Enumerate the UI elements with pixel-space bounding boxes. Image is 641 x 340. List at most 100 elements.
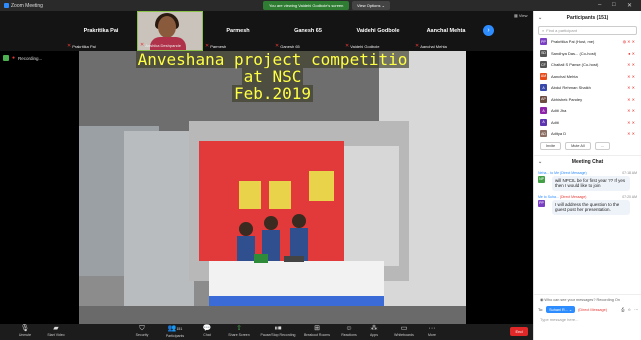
breakout-rooms-button[interactable]: ⊞ Breakout Rooms [300, 324, 334, 340]
breakout-icon: ⊞ [314, 325, 320, 332]
chat-button[interactable]: 💬 Chat [196, 324, 218, 340]
participant-row[interactable]: AP Abhishek Pandey ✕ ✕ [534, 94, 641, 106]
chat-message: Me to Suha... (Direct Message) 07:20 AM P… [534, 193, 641, 217]
whiteboard-icon: ▭ [400, 325, 408, 332]
muted-mic-icon: ✕ [415, 43, 420, 49]
participants-button[interactable]: 👥151 Participants [160, 324, 190, 340]
slide-title-line: Anveshana project competitio [135, 51, 410, 69]
muted-mic-icon: ✕ ✕ [627, 62, 635, 68]
reactions-icon: ☺ [345, 325, 353, 332]
title-bar: Zoom Meeting You are viewing Vaidehi God… [0, 0, 641, 11]
muted-mic-icon: ✕ ✕ [627, 108, 635, 114]
apps-icon: ⁂ [370, 325, 378, 332]
participant-row[interactable]: AM Aanchal Mehta ✕ ✕ [534, 71, 641, 83]
video-tile[interactable]: Aanchal Mehta ✕ Aanchal Mehta [413, 11, 479, 51]
side-panel: ⌄ Participants (151) ⌕ Find a participant… [533, 11, 641, 340]
more-options-button[interactable]: ... [594, 141, 610, 150]
video-tile[interactable]: Prakritika Pai ✕ Prakritika Pai [65, 11, 137, 51]
record-icon: ⏸⏹ [274, 325, 282, 332]
security-button[interactable]: ⛉ Security [130, 324, 154, 340]
video-strip: Prakritika Pai ✕ Prakritika Pai ✕ Anshika … [0, 11, 533, 51]
slide-title-line: Feb.2019 [231, 84, 314, 103]
search-icon: ⌕ [542, 28, 545, 33]
whiteboards-button[interactable]: ▭ Whiteboards [388, 324, 420, 340]
muted-mic-icon: ◍ ✕ ✕ [622, 39, 635, 45]
record-dot-icon: ● [12, 55, 16, 61]
shield-icon: ⛉ [139, 325, 145, 332]
avatar: AM [540, 72, 547, 80]
avatar: PP [540, 38, 547, 46]
muted-mic-icon: ✕ [205, 43, 210, 49]
unmute-button[interactable]: 🎙 Unmute [12, 324, 38, 340]
reactions-button[interactable]: ☺ Reactions [336, 324, 362, 340]
minimize-icon[interactable]: – [598, 2, 601, 8]
app-title: Zoom Meeting [4, 3, 43, 9]
screen-share-banner: You are viewing Vaidehi Godbole's screen [263, 1, 350, 10]
next-page-button[interactable]: › [483, 25, 494, 36]
participant-row[interactable]: AD Aditya D ✕ ✕ [534, 128, 641, 140]
video-tile-webcam[interactable]: ✕ Anshika Deshpande [137, 11, 203, 51]
more-icon[interactable]: ⋯ [634, 307, 638, 312]
shield-icon [3, 55, 9, 61]
participant-row[interactable]: A Aditi ✕ ✕ [534, 117, 641, 129]
video-icon: ▰ [53, 325, 59, 332]
chat-icon: 💬 [202, 325, 212, 332]
close-icon[interactable]: ✕ [627, 2, 632, 9]
participant-row[interactable]: SD Sandhya Das... (Co-host) ● ✕ [534, 48, 641, 60]
muted-mic-icon: ✕ [275, 43, 280, 49]
maximize-icon[interactable]: □ [612, 2, 616, 8]
chevron-right-icon: › [487, 27, 490, 34]
emoji-icon[interactable]: ☺ [627, 308, 631, 312]
pause-stop-recording-button[interactable]: ⏸⏹ Pause/Stop Recording [256, 324, 300, 340]
slide: Anveshana project competitio at NSC Feb.… [79, 51, 466, 324]
muted-mic-icon: ● ✕ [628, 50, 635, 56]
avatar: A [540, 107, 547, 115]
participant-row[interactable]: A Aditi Jha ✕ ✕ [534, 105, 641, 117]
avatar: SD [540, 49, 547, 57]
more-icon: ··· [428, 325, 436, 332]
invite-button[interactable]: Invite [540, 141, 562, 150]
muted-mic-icon: ✕ ✕ [627, 85, 635, 91]
recipient-select[interactable]: Suhani R... ⌄ [546, 306, 576, 313]
avatar: CF [540, 61, 547, 69]
share-icon: ⇧ [236, 325, 242, 332]
video-tile[interactable]: Parmesh ✕ Parmesh [203, 11, 273, 51]
chat-header: ⌄ Meeting Chat [534, 154, 641, 169]
share-screen-button[interactable]: ⇧ Share Screen [224, 324, 254, 340]
start-video-button[interactable]: ▰ Start Video [42, 324, 70, 340]
avatar: A [540, 84, 547, 92]
chat-bubble: will NPCIL be for first year ?? If yes t… [552, 175, 630, 191]
view-button[interactable]: ▦ View [514, 13, 528, 18]
participant-search-input[interactable]: ⌕ Find a participant [538, 26, 637, 35]
avatar: AP [540, 95, 547, 103]
video-tile[interactable]: Ganesh 65 ✕ Ganesh 65 [273, 11, 343, 51]
end-meeting-button[interactable]: End [510, 327, 528, 336]
video-tile[interactable]: Vaidehi Godbole ✕ Vaidehi Godbole [343, 11, 413, 51]
avatar: A [540, 118, 547, 126]
participants-header: ⌄ Participants (151) [538, 15, 609, 21]
shared-screen-area: ● Recording... Anveshana project competi… [0, 51, 533, 324]
chat-input[interactable]: Type message here... [534, 315, 641, 324]
muted-mic-icon: ✕ [345, 43, 350, 49]
muted-mic-icon: ✕ ✕ [627, 119, 635, 125]
chevron-down-icon[interactable]: ⌄ [538, 15, 542, 21]
muted-mic-icon: ✕ [140, 42, 145, 48]
microphone-icon: 🎙 [20, 325, 30, 332]
mute-all-button[interactable]: Mute All [565, 141, 591, 150]
chevron-down-icon[interactable]: ⌄ [538, 159, 542, 165]
meeting-toolbar: 🎙 Unmute ▰ Start Video ⛉ Security 👥151 Parti… [0, 324, 533, 340]
chat-bubble: I will address the question to the guest… [552, 199, 630, 215]
who-can-see-link[interactable]: ◉ Who can see your messages? Recording O… [534, 294, 641, 304]
apps-button[interactable]: ⁂ Apps [364, 324, 384, 340]
participant-row[interactable]: CF Chaitali S Panse (Co-host) ✕ ✕ [534, 59, 641, 71]
view-options-button[interactable]: View Options ⌄ [352, 1, 390, 10]
participant-row[interactable]: A Abdul Rehman Shaikh ✕ ✕ [534, 82, 641, 94]
recording-indicator[interactable]: ● Recording... [3, 55, 42, 61]
participant-actions: Invite Mute All ... [534, 140, 641, 152]
more-button[interactable]: ··· More [422, 324, 442, 340]
participant-row[interactable]: PP Prakritika Pai (Host, me) ◍ ✕ ✕ [534, 36, 641, 48]
participants-icon: 👥151 [167, 325, 183, 332]
file-icon[interactable]: ⎙ [621, 308, 624, 312]
slide-title-line: at NSC [241, 67, 304, 86]
muted-mic-icon: ✕ [67, 43, 72, 49]
